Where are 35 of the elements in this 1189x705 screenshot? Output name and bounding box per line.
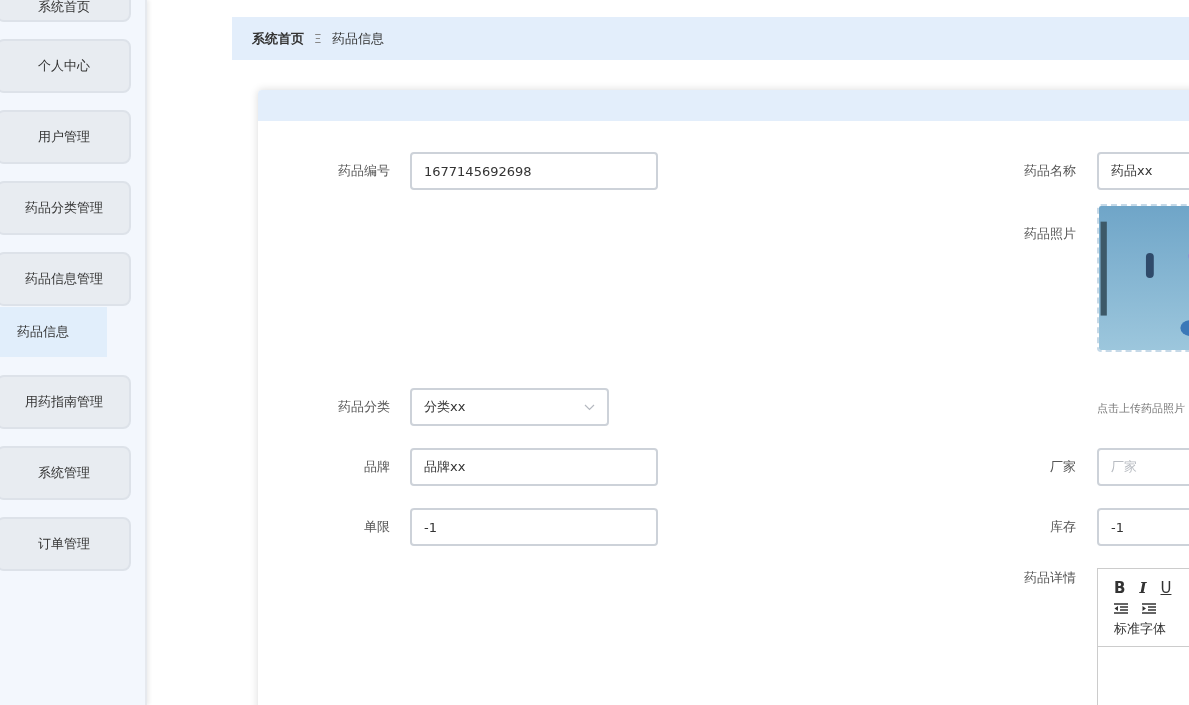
menu-item[interactable]: 用药指南管理 <box>0 375 131 429</box>
format-button[interactable]: B <box>1114 579 1126 597</box>
input-field[interactable]: -1 <box>410 508 658 546</box>
input-field[interactable]: 1677145692698 <box>410 152 658 190</box>
outdent-icon[interactable] <box>1114 603 1128 614</box>
field-label: 单限 <box>363 518 391 536</box>
menu-item[interactable]: 药品分类管理 <box>0 181 131 235</box>
format-button[interactable]: U <box>1160 579 1172 597</box>
field-label: 药品分类 <box>337 398 391 416</box>
field-label: 药品详情 <box>1023 569 1077 587</box>
indent-icon[interactable] <box>1142 603 1156 614</box>
upload-hint: 点击上传药品照片 <box>1097 402 1186 416</box>
menu-item[interactable]: 系统首页 <box>0 0 131 22</box>
menu-item[interactable]: 系统管理 <box>0 446 131 500</box>
field-label: 药品名称 <box>1023 162 1077 180</box>
input-field[interactable]: -1 <box>1097 508 1189 546</box>
select-field[interactable]: 分类xx <box>410 388 609 426</box>
input-field[interactable]: 药品xx <box>1097 152 1189 190</box>
field-label: 药品照片 <box>1023 225 1077 243</box>
submenu-item[interactable]: 药品信息 <box>0 307 107 357</box>
font-dropdown[interactable]: 标准字体 <box>1114 620 1189 638</box>
field-label: 品牌 <box>363 458 391 476</box>
rich-text-editor[interactable]: B I U 标准字体 <box>1097 568 1189 705</box>
format-button[interactable]: I <box>1139 579 1147 597</box>
field-label: 库存 <box>1049 518 1077 536</box>
caret-icon <box>584 403 595 411</box>
breadcrumb-link[interactable]: 系统首页 <box>252 29 304 48</box>
menu-item[interactable]: 用户管理 <box>0 110 131 164</box>
input-field[interactable]: 品牌xx <box>410 448 658 486</box>
menu-item[interactable]: 订单管理 <box>0 517 131 571</box>
field-label: 药品编号 <box>337 162 391 180</box>
menu-item[interactable]: 个人中心 <box>0 39 131 93</box>
menu-item[interactable]: 药品信息管理 <box>0 252 131 306</box>
field-label: 厂家 <box>1049 458 1077 476</box>
breadcrumb-separator: Ξ <box>314 31 322 46</box>
